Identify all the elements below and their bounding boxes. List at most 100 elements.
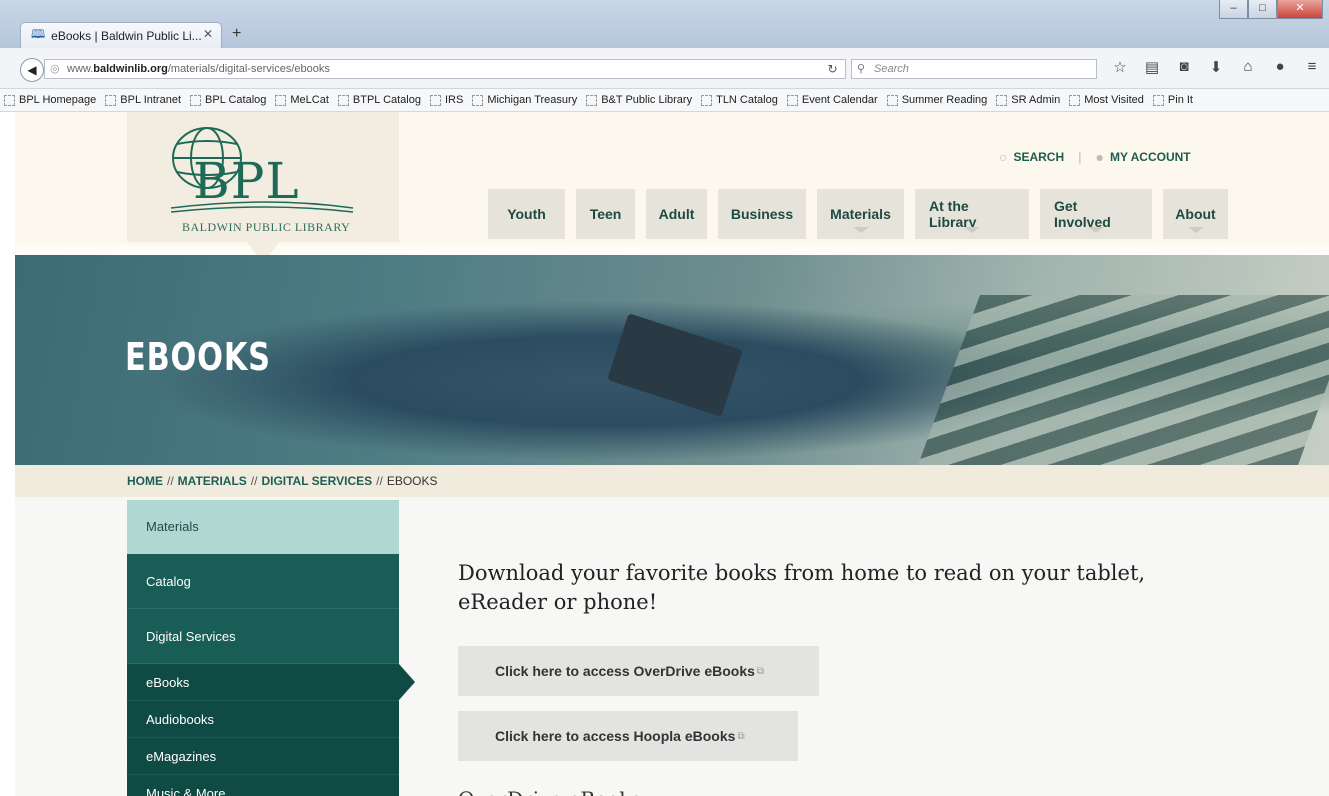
bookmark-item[interactable]: BPL Catalog (190, 94, 266, 106)
nav-item-label: Adult (658, 206, 695, 222)
breadcrumb-materials[interactable]: MATERIALS (178, 474, 247, 488)
bookmark-icon (190, 94, 202, 106)
sidebar-heading[interactable]: Materials (127, 500, 399, 554)
bookmark-icon (1069, 94, 1081, 106)
home-icon[interactable]: ⌂ (1238, 58, 1258, 76)
hoopla-button[interactable]: Click here to access Hoopla eBooks ⧉ (458, 711, 798, 761)
breadcrumb-current: EBOOKS (386, 474, 438, 488)
minimize-icon[interactable]: – (1219, 0, 1248, 19)
new-tab-icon[interactable]: + (232, 25, 241, 43)
nav-item-label: Youth (507, 206, 546, 222)
nav-item[interactable]: Adult (646, 189, 707, 239)
sidebar: Materials Catalog Digital Services eBook… (127, 500, 415, 796)
toolbar-icons: ☆ ▤ ◙ ⬇ ⌂ ● ≡ (1110, 58, 1322, 76)
bookmark-icon (586, 94, 598, 106)
chat-icon[interactable]: ● (1270, 58, 1290, 76)
sidebar-item-music[interactable]: Music & More (127, 775, 399, 796)
bookmark-icon (472, 94, 484, 106)
bookmark-star-icon[interactable]: ☆ (1110, 58, 1130, 76)
window-controls: – □ ✕ (1219, 0, 1323, 19)
external-link-icon: ⧉ (756, 665, 765, 677)
breadcrumb-digital-services[interactable]: DIGITAL SERVICES (261, 474, 372, 488)
overdrive-button[interactable]: Click here to access OverDrive eBooks ⧉ (458, 646, 819, 696)
section-heading: OverDrive eBooks (458, 787, 642, 796)
main-nav: Youth Teen Adult Business Materials At the Li… (488, 189, 1228, 239)
sidebar-item-catalog[interactable]: Catalog (127, 554, 399, 609)
menu-icon[interactable]: ≡ (1302, 58, 1322, 76)
bookmark-icon (1152, 94, 1164, 106)
maximize-icon[interactable]: □ (1248, 0, 1277, 19)
search-link[interactable]: SEARCH (1013, 150, 1064, 164)
bookmark-label: SR Admin (1011, 94, 1061, 106)
bookmark-icon (701, 94, 713, 106)
nav-item-label: At the Library (929, 198, 977, 230)
bookmark-label: BPL Catalog (205, 94, 267, 106)
reload-icon[interactable]: ↻ (820, 59, 846, 79)
nav-item[interactable]: Teen (576, 189, 635, 239)
external-link-icon: ⧉ (737, 730, 745, 742)
bookmark-item[interactable]: Summer Reading (886, 94, 987, 106)
search-icon: ○ (999, 149, 1008, 165)
sidebar-item-label: eBooks (146, 675, 190, 690)
bookmark-label: Most Visited (1084, 94, 1144, 106)
bookmark-label: Michigan Treasury (487, 94, 578, 106)
overdrive-button-label: Click here to access OverDrive eBooks (495, 663, 755, 679)
close-window-icon[interactable]: ✕ (1277, 0, 1323, 19)
nav-item[interactable]: Get Involved (1040, 189, 1152, 239)
bookmark-item[interactable]: IRS (429, 94, 463, 106)
close-tab-icon[interactable]: ✕ (203, 27, 213, 41)
bookmark-label: MeLCat (290, 94, 329, 106)
bookmark-item[interactable]: MeLCat (275, 94, 329, 106)
nav-item[interactable]: About (1163, 189, 1228, 239)
bookmark-item[interactable]: TLN Catalog (701, 94, 778, 106)
bookmark-item[interactable]: Michigan Treasury (472, 94, 577, 106)
url-prefix: www. (67, 63, 94, 75)
hero-banner: EBOOKS (15, 255, 1329, 465)
sidebar-item-audiobooks[interactable]: Audiobooks (127, 701, 399, 738)
my-account-link[interactable]: MY ACCOUNT (1110, 150, 1191, 164)
reading-list-icon[interactable]: ▤ (1142, 58, 1162, 76)
bookmark-item[interactable]: BPL Intranet (105, 94, 181, 106)
hoopla-button-label: Click here to access Hoopla eBooks (495, 728, 736, 744)
sidebar-item-ebooks[interactable]: eBooks (127, 664, 415, 701)
logo-text: BPL (193, 152, 300, 210)
bookmark-icon (4, 94, 15, 106)
bookmark-item[interactable]: BTPL Catalog (337, 94, 421, 106)
bookmark-label: BTPL Catalog (352, 94, 421, 106)
main-heading: Download your favorite books from home t… (458, 561, 1146, 614)
search-placeholder: Search (874, 63, 909, 75)
active-arrow (399, 664, 415, 700)
bookmark-item[interactable]: Event Calendar (786, 94, 878, 106)
web-page: BPL BALDWIN PUBLIC LIBRARY ○ SEARCH | ● … (15, 112, 1329, 796)
breadcrumb-home[interactable]: HOME (127, 474, 163, 488)
back-icon[interactable]: ◀ (20, 58, 44, 82)
bookmark-label: BPL Intranet (120, 94, 182, 106)
bookmarks-bar: BPL Homepage BPL Intranet BPL Catalog MeLCa… (0, 89, 1329, 112)
bookmark-label: Pin It (1167, 94, 1193, 106)
bookmark-icon (275, 94, 287, 106)
bookmark-label: Event Calendar (801, 94, 878, 106)
bookmark-icon (429, 94, 441, 106)
url-bar[interactable]: ◎ www.baldwinlib.org/materials/digital-s… (44, 59, 844, 79)
download-icon[interactable]: ⬇ (1206, 58, 1226, 76)
bookmark-icon (886, 94, 898, 106)
browser-search-input[interactable]: ⚲ Search (851, 59, 1097, 79)
pocket-icon[interactable]: ◙ (1174, 58, 1194, 76)
bookmark-label: B&T Public Library (601, 94, 693, 106)
nav-item[interactable]: At the Library (915, 189, 1029, 239)
nav-item[interactable]: Youth (488, 189, 565, 239)
chevron-down-icon (852, 227, 869, 233)
nav-item-label: About (1175, 206, 1216, 222)
sidebar-item-digital-services[interactable]: Digital Services (127, 609, 399, 664)
browser-tab[interactable]: 🕮 eBooks | Baldwin Public Li... ✕ (20, 22, 222, 48)
utility-links: ○ SEARCH | ● MY ACCOUNT (999, 149, 1191, 165)
bookmark-item[interactable]: Most Visited (1069, 94, 1144, 106)
nav-item-label: Materials (830, 206, 891, 222)
bookmark-item[interactable]: Pin It (1152, 94, 1193, 106)
bookmark-item[interactable]: SR Admin (996, 94, 1060, 106)
nav-item[interactable]: Materials (817, 189, 904, 239)
sidebar-item-emagazines[interactable]: eMagazines (127, 738, 399, 775)
bookmark-item[interactable]: BPL Homepage (4, 94, 96, 106)
nav-item[interactable]: Business (718, 189, 806, 239)
bookmark-item[interactable]: B&T Public Library (586, 94, 692, 106)
